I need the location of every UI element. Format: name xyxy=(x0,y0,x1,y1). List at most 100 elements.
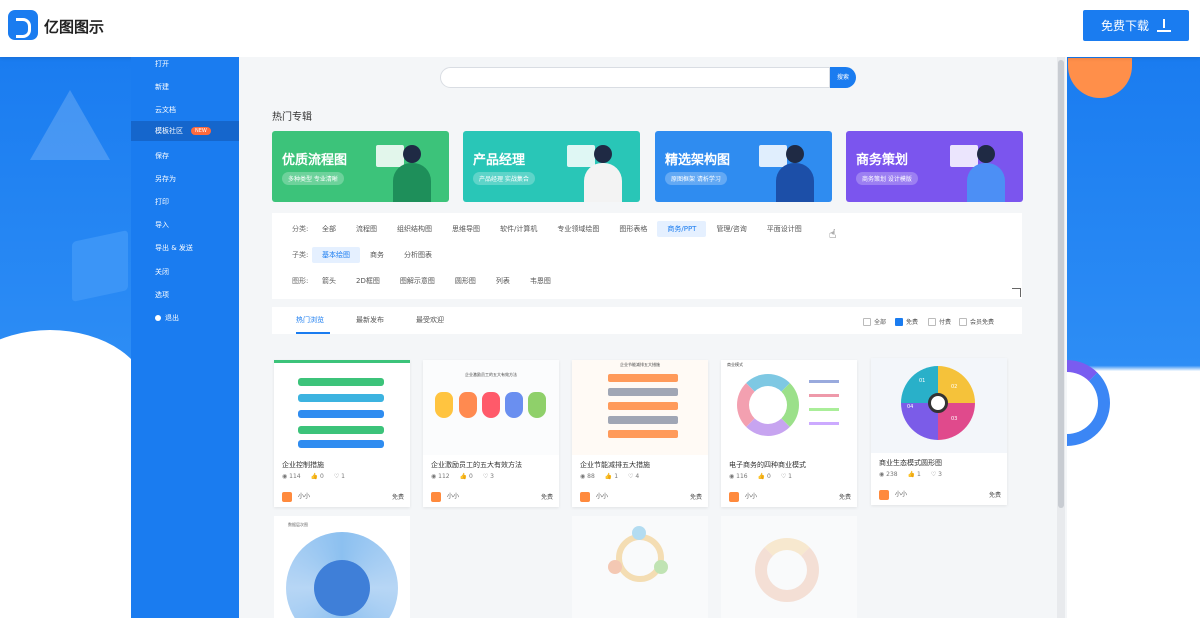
banner-tag: 原图框架 请析学习 xyxy=(665,172,727,185)
card-stats: ◉ 238 👍 1 ♡ 3 xyxy=(879,471,942,478)
menu-export-send[interactable]: 导出 & 发送 xyxy=(131,238,239,258)
template-card[interactable]: 01 02 03 04 商业生态模式圆形图 ◉ 238 👍 1 ♡ 3 小小 免费 xyxy=(871,358,1007,505)
category-option-selected[interactable]: 商务/PPT xyxy=(657,221,707,237)
fav-count[interactable]: ♡ 4 xyxy=(628,473,639,480)
like-count[interactable]: 👍 0 xyxy=(460,473,473,480)
like-count[interactable]: 👍 0 xyxy=(758,473,771,480)
fav-count[interactable]: ♡ 3 xyxy=(931,471,942,478)
author-name[interactable]: 小小 xyxy=(745,493,757,500)
banner-product-manager[interactable]: 产品经理 产品经理 实战集合 xyxy=(463,131,640,202)
category-option[interactable]: 管理/咨询 xyxy=(706,221,756,237)
tab-latest[interactable]: 最新发布 xyxy=(356,307,384,334)
menu-save-as[interactable]: 另存为 xyxy=(131,169,239,189)
template-card-partial[interactable] xyxy=(572,516,708,618)
card-thumbnail xyxy=(274,360,410,455)
menu-open[interactable]: 打开 xyxy=(131,54,239,74)
category-option[interactable]: 软件/计算机 xyxy=(490,221,547,237)
card-title: 企业控制措施 xyxy=(282,461,324,469)
author-avatar[interactable] xyxy=(580,491,590,502)
shape-option[interactable]: 圆形图 xyxy=(445,273,486,289)
author-name[interactable]: 小小 xyxy=(895,491,907,498)
category-option[interactable]: 组织结构图 xyxy=(387,221,442,237)
free-download-button[interactable]: 免费下载 xyxy=(1083,10,1189,41)
category-option[interactable]: 图形表格 xyxy=(609,221,657,237)
scrollbar-thumb[interactable] xyxy=(1058,60,1064,508)
fav-count-value: 3 xyxy=(490,473,494,480)
menu-save[interactable]: 保存 xyxy=(131,146,239,166)
like-count[interactable]: 👍 1 xyxy=(605,473,618,480)
template-card[interactable]: 企业控制措施 ◉ 114 👍 0 ♡ 1 小小 免费 xyxy=(274,360,410,507)
expand-icon[interactable] xyxy=(1012,288,1021,297)
menu-template-community[interactable]: 模板社区 NEW xyxy=(131,121,239,141)
menu-exit[interactable]: 退出 xyxy=(131,308,239,328)
search-button[interactable]: 搜索 xyxy=(830,67,856,88)
category-option[interactable]: 全部 xyxy=(312,221,346,237)
shape-option[interactable]: 图解示意图 xyxy=(390,273,445,289)
fav-count[interactable]: ♡ 3 xyxy=(483,473,494,480)
shape-option[interactable]: 韦恩图 xyxy=(520,273,561,289)
author-avatar[interactable] xyxy=(282,491,292,502)
subcategory-option-selected[interactable]: 基本绘图 xyxy=(312,247,360,263)
card-title: 企业激励员工的五大有效方法 xyxy=(431,461,522,469)
filter-all-checkbox[interactable]: 全部 xyxy=(863,317,886,326)
template-card[interactable]: 企业节能减排五大措施 企业节能减排五大措施 ◉ 88 👍 1 ♡ 4 小小 免费 xyxy=(572,360,708,507)
banner-tag: 商务策划 设计模版 xyxy=(856,172,918,185)
banner-tag: 产品经理 实战集合 xyxy=(473,172,535,185)
page: 亿图图示 免费下载 打开 新建 云文档 模板社区 NEW 保存 另存为 打印 导入… xyxy=(0,0,1200,618)
author-name[interactable]: 小小 xyxy=(298,493,310,500)
menu-label: 模板社区 xyxy=(155,127,183,135)
filter-member-free-checkbox[interactable]: 会员免费 xyxy=(959,317,994,326)
subcategory-option[interactable]: 分析图表 xyxy=(394,247,442,263)
banner-illustration-person xyxy=(772,145,818,202)
app-name[interactable]: 亿图图示 xyxy=(44,16,104,37)
shape-option[interactable]: 2D框图 xyxy=(346,273,390,289)
author-name[interactable]: 小小 xyxy=(596,493,608,500)
app-logo-icon[interactable] xyxy=(8,10,38,40)
view-count: ◉ 238 xyxy=(879,471,898,478)
category-option[interactable]: 专业领域绘图 xyxy=(547,221,609,237)
author-avatar[interactable] xyxy=(879,489,889,500)
card-footer: 小小 免费 xyxy=(431,491,553,503)
template-card-partial[interactable] xyxy=(721,516,857,618)
fav-count[interactable]: ♡ 1 xyxy=(334,473,345,480)
menu-print[interactable]: 打印 xyxy=(131,192,239,212)
shape-option[interactable]: 列表 xyxy=(486,273,520,289)
template-card[interactable]: 企业激励员工的五大有效方法 企业激励员工的五大有效方法 ◉ 112 👍 0 ♡ … xyxy=(423,360,559,507)
search-input[interactable] xyxy=(440,67,830,88)
menu-new[interactable]: 新建 xyxy=(131,77,239,97)
like-count-value: 0 xyxy=(320,473,324,480)
banner-architecture[interactable]: 精选架构图 原图框架 请析学习 xyxy=(655,131,832,202)
like-count[interactable]: 👍 1 xyxy=(908,471,921,478)
banner-title: 商务策划 xyxy=(856,153,909,168)
template-card-partial[interactable]: 数据层次图 xyxy=(274,516,410,618)
fav-count[interactable]: ♡ 1 xyxy=(781,473,792,480)
tab-hot-views[interactable]: 热门浏览 xyxy=(296,307,324,334)
file-menu-sidebar: 打开 新建 云文档 模板社区 NEW 保存 另存为 打印 导入 导出 & 发送 关… xyxy=(131,57,239,618)
menu-label: 打开 xyxy=(155,60,169,68)
filter-free-checkbox[interactable]: 免费 xyxy=(895,317,918,326)
template-card[interactable]: 商业模式 电子商务的四种商业模式 ◉ 116 👍 0 ♡ 1 小小 免费 xyxy=(721,360,857,507)
like-count[interactable]: 👍 0 xyxy=(311,473,324,480)
author-name[interactable]: 小小 xyxy=(447,493,459,500)
menu-import[interactable]: 导入 xyxy=(131,215,239,235)
menu-label: 另存为 xyxy=(155,175,176,183)
author-avatar[interactable] xyxy=(729,491,739,502)
banner-business-planning[interactable]: 商务策划 商务策划 设计模版 xyxy=(846,131,1023,202)
subcategory-option[interactable]: 商务 xyxy=(360,247,394,263)
shape-option[interactable]: 箭头 xyxy=(312,273,346,289)
shape-label: 图形: xyxy=(292,277,309,285)
tab-most-popular[interactable]: 最受欢迎 xyxy=(416,307,444,334)
menu-close[interactable]: 关闭 xyxy=(131,262,239,282)
mouse-cursor-icon: ☝ xyxy=(829,227,837,241)
checkbox-checked-icon xyxy=(895,317,903,326)
banner-flowchart[interactable]: 优质流程图 多种类型 专业清晰 xyxy=(272,131,449,202)
author-avatar[interactable] xyxy=(431,491,441,502)
view-count-value: 88 xyxy=(587,473,595,480)
menu-cloud-docs[interactable]: 云文档 xyxy=(131,100,239,120)
category-option[interactable]: 平面设计图 xyxy=(757,221,812,237)
category-option[interactable]: 流程图 xyxy=(346,221,387,237)
menu-options[interactable]: 选项 xyxy=(131,285,239,305)
filter-paid-checkbox[interactable]: 付费 xyxy=(928,317,951,326)
menu-label: 导出 & 发送 xyxy=(155,244,193,252)
category-option[interactable]: 思维导图 xyxy=(442,221,490,237)
